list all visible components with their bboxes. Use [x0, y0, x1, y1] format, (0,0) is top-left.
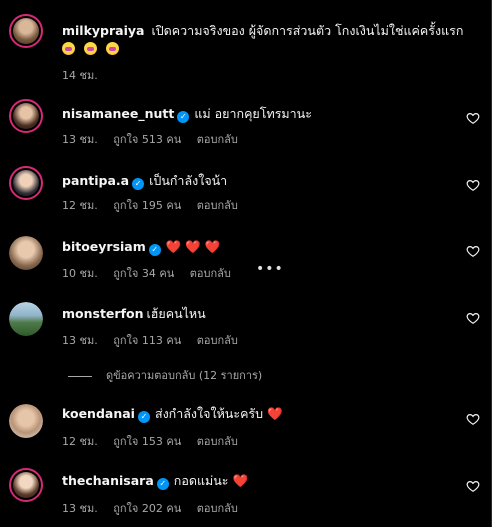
like-heart-icon[interactable]: [466, 412, 480, 426]
reply-button[interactable]: ตอบกลับ: [197, 502, 238, 515]
like-heart-icon[interactable]: [466, 479, 480, 493]
comment-text: แม่ อยากคุยโทรมานะ: [194, 106, 312, 121]
crying-face-emoji-icon: [84, 42, 98, 55]
comment-time: 10 ชม.: [62, 267, 98, 280]
reply-button[interactable]: ตอบกลับ: [197, 435, 238, 448]
like-count[interactable]: ถูกใจ 34 คน: [113, 267, 174, 280]
crying-face-emoji-icon: [62, 42, 75, 55]
avatar[interactable]: [9, 404, 43, 438]
comment-text: เฮ้ยคนไหน: [146, 306, 206, 321]
comment-text: เป็นกำลังใจน้า: [149, 173, 228, 188]
verified-badge-icon: ✓: [177, 111, 190, 123]
like-count[interactable]: ถูกใจ 113 คน: [113, 334, 181, 347]
reply-button[interactable]: ตอบกลับ: [197, 334, 238, 347]
username[interactable]: bitoeyrsiam: [62, 239, 146, 254]
username[interactable]: koendanai: [62, 406, 135, 421]
avatar[interactable]: [9, 236, 43, 270]
more-options-icon[interactable]: •••: [256, 261, 284, 277]
post-time: 14 ชม.: [62, 69, 98, 82]
view-replies-label: ดูข้อความตอบกลับ (12 รายการ): [106, 369, 263, 382]
crying-face-emoji-icon: [106, 42, 120, 55]
like-count[interactable]: ถูกใจ 195 คน: [113, 199, 181, 212]
like-count[interactable]: ถูกใจ 202 คน: [113, 502, 181, 515]
comment-text: ❤️ ❤️ ❤️: [165, 239, 221, 254]
like-count[interactable]: ถูกใจ 513 คน: [113, 133, 181, 146]
username[interactable]: pantipa.a: [62, 173, 129, 188]
view-replies-button[interactable]: ดูข้อความตอบกลับ (12 รายการ): [68, 366, 263, 384]
avatar[interactable]: [9, 302, 43, 336]
comment-time: 13 ชม.: [62, 334, 98, 347]
avatar[interactable]: [9, 99, 43, 133]
divider: [68, 375, 92, 377]
reply-button[interactable]: ตอบกลับ: [190, 267, 231, 280]
reply-button[interactable]: ตอบกลับ: [197, 133, 238, 146]
caption-text: เปิดความจริงของ ผู้จัดการส่วนตัว โกงเงิน…: [151, 23, 464, 38]
username[interactable]: thechanisara: [62, 473, 154, 488]
username[interactable]: milkypraiya: [62, 23, 144, 38]
avatar[interactable]: [9, 14, 43, 48]
avatar[interactable]: [9, 468, 43, 502]
avatar[interactable]: [9, 166, 43, 200]
like-heart-icon[interactable]: [466, 178, 480, 192]
like-heart-icon[interactable]: [466, 244, 480, 258]
comment-time: 12 ชม.: [62, 199, 98, 212]
verified-badge-icon: ✓: [148, 244, 161, 256]
verified-badge-icon: ✓: [156, 478, 169, 490]
username[interactable]: nisamanee_nutt: [62, 106, 174, 121]
like-count[interactable]: ถูกใจ 153 คน: [113, 435, 181, 448]
like-heart-icon[interactable]: [466, 111, 480, 125]
caption-emojis: [62, 40, 123, 59]
username[interactable]: monsterfon: [62, 306, 144, 321]
comment-text: กอดแม่นะ ❤️: [173, 473, 249, 488]
comment-time: 13 ชม.: [62, 502, 98, 515]
comment-time: 12 ชม.: [62, 435, 98, 448]
comment-text: ส่งกำลังใจให้นะครับ ❤️: [154, 406, 283, 421]
reply-button[interactable]: ตอบกลับ: [197, 199, 238, 212]
verified-badge-icon: ✓: [137, 411, 150, 423]
verified-badge-icon: ✓: [132, 178, 145, 190]
like-heart-icon[interactable]: [466, 311, 480, 325]
comment-time: 13 ชม.: [62, 133, 98, 146]
